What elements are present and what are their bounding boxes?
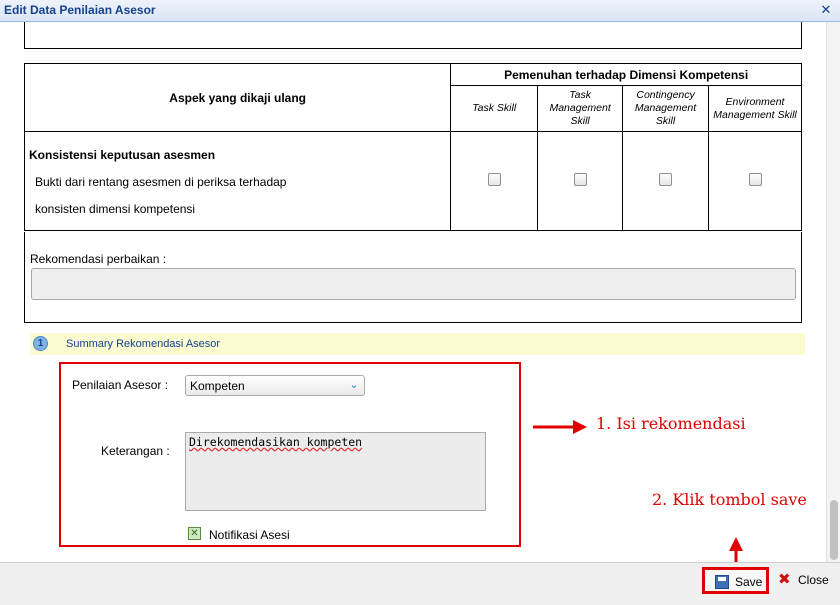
previous-section-box	[24, 22, 802, 49]
rekomendasi-label: Rekomendasi perbaikan :	[30, 252, 167, 266]
annotation-arrow-right-icon	[533, 420, 587, 434]
chevron-down-icon: ⌄	[349, 379, 359, 391]
table-row: Konsistensi keputusan asesmen Bukti dari…	[23, 131, 802, 231]
rekomendasi-input[interactable]	[31, 268, 796, 300]
floppy-disk-icon	[715, 575, 729, 589]
annotation-step2: 2. Klik tombol save	[652, 490, 807, 509]
checkbox-task-management[interactable]	[573, 173, 587, 186]
aspect-title: Konsistensi keputusan asesmen	[29, 148, 216, 162]
penilaian-select[interactable]: Kompeten ⌄	[185, 375, 365, 396]
close-icon[interactable]: ✕	[818, 2, 834, 18]
checkbox-task-skill[interactable]	[487, 173, 501, 186]
save-button[interactable]: Save	[702, 567, 769, 594]
annotation-step1: 1. Isi rekomendasi	[596, 414, 746, 433]
close-button[interactable]: ✖ Close	[776, 571, 832, 591]
aspect-cell: Konsistensi keputusan asesmen Bukti dari…	[23, 131, 452, 231]
dialog-body: Aspek yang dikaji ulang Pemenuhan terhad…	[0, 22, 826, 562]
column-header-contingency: Contingency Management Skill	[622, 85, 710, 132]
aspect-description-line1: Bukti dari rentang asesmen di periksa te…	[35, 175, 287, 189]
rekomendasi-section: Rekomendasi perbaikan :	[24, 232, 802, 323]
aspect-header: Aspek yang dikaji ulang	[23, 63, 452, 132]
summary-title: Summary Rekomendasi Asesor	[66, 338, 221, 350]
red-x-icon: ✖	[778, 571, 791, 588]
summary-number-badge: 1	[33, 336, 48, 351]
highlight-box-recommendation: Penilaian Asesor : Kompeten ⌄ Keterangan…	[59, 362, 521, 547]
checkbox-contingency-management[interactable]	[659, 173, 673, 186]
penilaian-label: Penilaian Asesor :	[72, 378, 169, 392]
checkbox-checked-icon[interactable]: ✕	[188, 527, 201, 540]
column-header-task-management: Task Management Skill	[537, 85, 624, 132]
annotation-arrow-down-icon	[729, 537, 743, 562]
summary-header[interactable]: 1 Summary Rekomendasi Asesor	[30, 333, 805, 355]
aspect-description-line2: konsisten dimensi kompetensi	[35, 202, 196, 216]
penilaian-selected-value: Kompeten	[190, 379, 245, 393]
close-button-label: Close	[798, 573, 829, 587]
notifikasi-label: Notifikasi Asesi	[209, 528, 290, 542]
save-button-label: Save	[735, 575, 763, 589]
aspect-table: Aspek yang dikaji ulang Pemenuhan terhad…	[23, 63, 802, 231]
keterangan-label: Keterangan :	[101, 444, 170, 458]
window-titlebar: Edit Data Penilaian Asesor ✕	[0, 0, 840, 22]
checkbox-environment-management[interactable]	[748, 173, 762, 186]
group-header: Pemenuhan terhadap Dimensi Kompetensi	[450, 63, 802, 86]
scrollbar-thumb[interactable]	[830, 500, 838, 560]
column-header-task-skill: Task Skill	[450, 85, 539, 132]
keterangan-textarea[interactable]: Direkomendasikan kompeten	[185, 432, 486, 511]
window-title: Edit Data Penilaian Asesor	[4, 3, 156, 17]
column-header-environment: Environment Management Skill	[708, 85, 802, 132]
dialog-footer: Save ✖ Close	[0, 562, 840, 605]
vertical-scrollbar[interactable]	[826, 22, 840, 562]
